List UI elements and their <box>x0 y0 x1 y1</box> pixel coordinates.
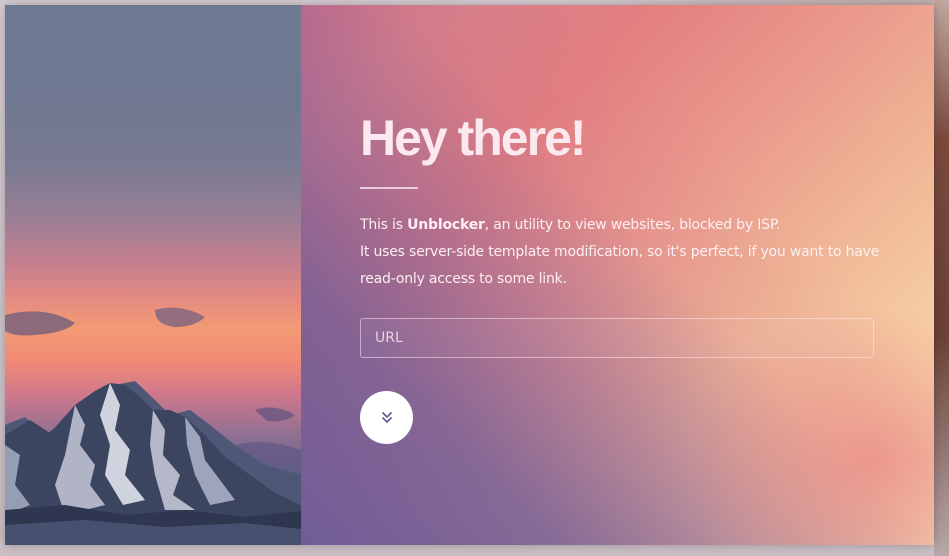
submit-button[interactable] <box>360 391 413 444</box>
description: This is Unblocker, an utility to view we… <box>360 212 890 293</box>
mountain-photo <box>5 5 301 545</box>
app-name: Unblocker <box>407 217 485 233</box>
desc-line-2: It uses server-side template modificatio… <box>360 244 880 260</box>
desc-line-3: read-only access to some link. <box>360 271 567 287</box>
desc-prefix: This is <box>360 217 408 233</box>
background-edge <box>934 0 949 556</box>
intro-panel: Hey there! This is Unblocker, an utility… <box>301 5 934 545</box>
desc-suffix: , an utility to view websites, blocked b… <box>484 217 781 233</box>
mountain-illustration <box>5 307 301 545</box>
main-card: Hey there! This is Unblocker, an utility… <box>5 5 934 545</box>
title-divider <box>360 187 418 189</box>
url-input[interactable] <box>360 318 874 358</box>
double-chevron-down-icon <box>381 411 392 423</box>
page-title: Hey there! <box>360 110 587 166</box>
